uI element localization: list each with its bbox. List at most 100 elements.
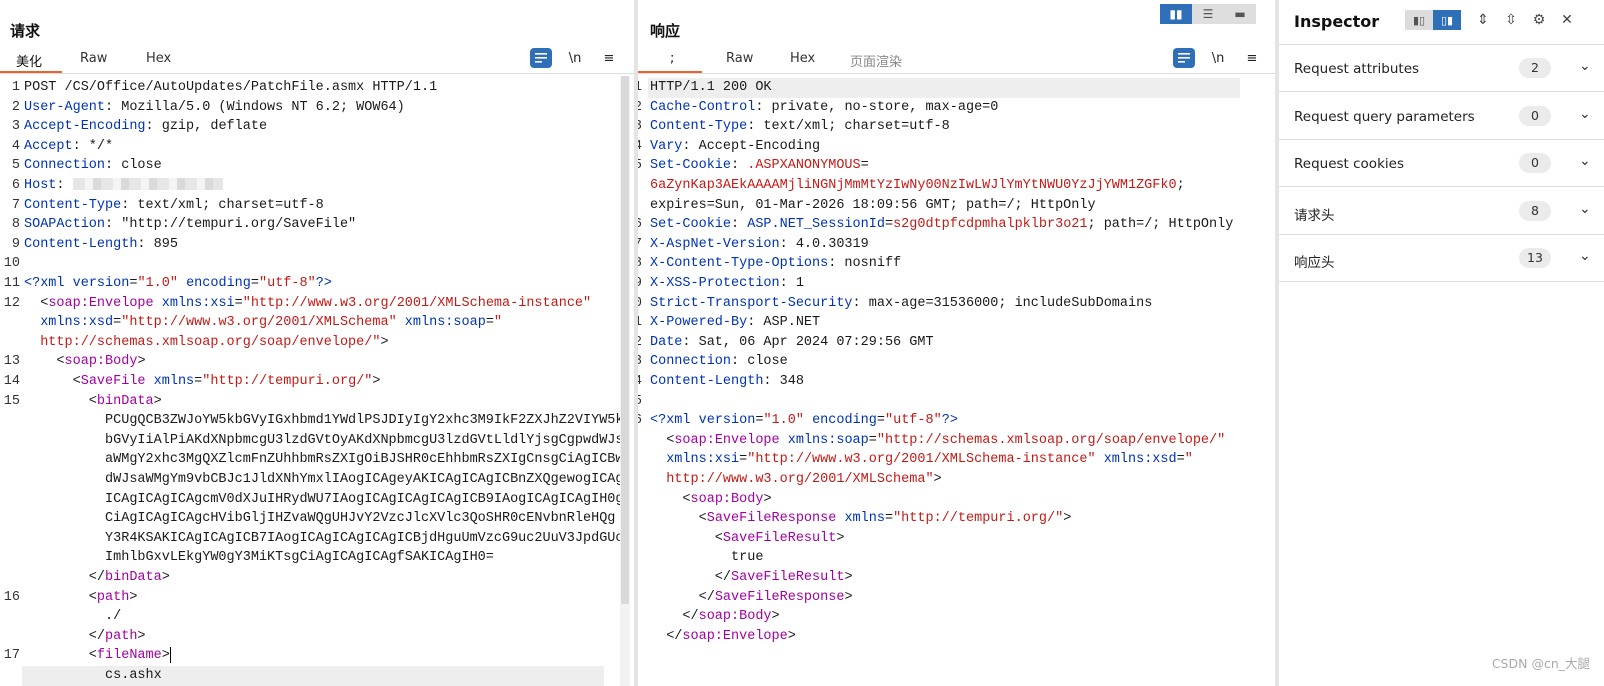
expand-all-icon[interactable]: ⇕ <box>1469 10 1497 30</box>
response-tab-pretty[interactable]: ; <box>664 51 680 66</box>
code-line: HTTP/1.1 200 OK <box>650 80 772 95</box>
code-line: true <box>650 550 764 566</box>
code-line: 6aZynKap3AEkAAAAMjliNGNjMmMtYzIwNy00NzIw… <box>650 178 1185 193</box>
line-number: 6 <box>638 215 642 235</box>
response-wrap-icon[interactable] <box>1173 48 1195 68</box>
request-title: 请求 <box>10 22 41 40</box>
chevron-down-icon[interactable]: ⌄ <box>1579 58 1591 74</box>
code-line: http://schemas.xmlsoap.org/soap/envelope… <box>40 334 389 350</box>
code-line: <SaveFileResponse xmlns="http://tempuri.… <box>650 511 1072 527</box>
line-number: 5 <box>11 158 20 174</box>
request-editor-divider <box>0 73 634 74</box>
request-tab-hex[interactable]: Hex <box>140 51 177 66</box>
response-pane: 响应 ▮▮ ☰ ▬ ; Raw Hex 页面渲染 \n ≡ 1 HTTP/1.1 … <box>638 0 1275 686</box>
chevron-down-icon[interactable]: ⌄ <box>1579 201 1591 217</box>
inspector-section[interactable]: 请求头 8 ⌄ <box>1279 189 1604 235</box>
inspector-section-label: Request attributes <box>1294 61 1420 77</box>
inspector-layout-left-icon[interactable]: ▮▯ <box>1405 10 1433 30</box>
code-line: Vary: Accept-Encoding <box>650 138 821 154</box>
code-line: </SaveFileResult> <box>650 570 853 585</box>
line-number: 4 <box>638 137 642 157</box>
line-number: 8 <box>638 254 642 274</box>
line-number: 17 <box>3 648 20 664</box>
inspector-section[interactable]: Request cookies 0 ⌄ <box>1279 141 1604 187</box>
line-number: 4 <box>11 138 20 154</box>
inspector-layout-right-icon[interactable]: ▯▮ <box>1433 10 1461 30</box>
code-line: Accept-Encoding: gzip, deflate <box>24 119 268 135</box>
line-number: 7 <box>638 235 642 255</box>
code-line: Content-Length: 348 <box>650 374 804 389</box>
code-line: Content-Length: 895 <box>24 236 178 252</box>
code-line: dWJsaWMgYm9vbCBJc1JldXNhYmxlIAogICAgeyAK… <box>24 472 624 487</box>
inspector-title: Inspector <box>1294 12 1380 31</box>
line-number: 13 <box>3 354 20 370</box>
code-line: <SaveFileResult> <box>650 530 845 546</box>
line-number: 3 <box>11 119 20 135</box>
code-line: <soap:Body> <box>650 491 772 507</box>
inspector-section-count: 0 <box>1519 153 1551 173</box>
inspector-section[interactable]: Request attributes 2 ⌄ <box>1279 46 1604 92</box>
line-number: 11 <box>638 313 642 333</box>
response-tab-hex[interactable]: Hex <box>784 51 821 66</box>
close-icon[interactable]: ✕ <box>1553 10 1581 30</box>
line-number: 14 <box>638 372 642 392</box>
line-number: 2 <box>638 98 642 118</box>
line-number: 3 <box>638 117 642 137</box>
code-line: Strict-Transport-Security: max-age=31536… <box>650 295 1153 311</box>
layout-view-buttons: ▮▮ ☰ ▬ <box>1160 4 1256 24</box>
layout-tabbed-icon[interactable]: ▬ <box>1224 4 1256 24</box>
code-line: expires=Sun, 01-Mar-2026 18:09:56 GMT; p… <box>650 197 1096 213</box>
layout-stacked-icon[interactable]: ☰ <box>1192 4 1224 24</box>
layout-side-by-side-icon[interactable]: ▮▮ <box>1160 4 1192 24</box>
code-line: User-Agent: Mozilla/5.0 (Windows NT 6.2;… <box>24 99 405 115</box>
line-number: 1 <box>11 80 20 95</box>
code-line: aWMgY2xhc3MgQXZlcmFnZUhhbmRsZXIgOiBJSHR0… <box>24 452 624 468</box>
request-menu-icon[interactable]: ≡ <box>598 48 620 68</box>
request-tab-pretty[interactable]: 美化 <box>10 51 48 70</box>
line-number: 9 <box>11 236 20 252</box>
code-line: PCUgQCB3ZWJoYW5kbGVyIGxhbmd1YWdlPSJDIyIg… <box>24 413 624 429</box>
line-number: 10 <box>3 256 20 272</box>
response-newline-toggle[interactable]: \n <box>1207 48 1229 68</box>
request-editor[interactable]: 1 POST /CS/Office/AutoUpdates/PatchFile.a… <box>0 76 634 686</box>
code-line: X-Content-Type-Options: nosniff <box>650 256 902 272</box>
code-line: </soap:Envelope> <box>650 628 796 644</box>
request-scrollbar-thumb[interactable] <box>621 76 629 604</box>
request-wrap-icon[interactable] <box>530 48 552 68</box>
line-number: 2 <box>11 99 20 115</box>
code-line: ./ <box>24 609 122 625</box>
response-menu-icon[interactable]: ≡ <box>1241 48 1263 68</box>
collapse-all-icon[interactable]: ⇳ <box>1497 10 1525 30</box>
line-number: 16 <box>638 411 642 431</box>
response-tab-raw[interactable]: Raw <box>720 51 759 66</box>
line-number: 11 <box>3 276 20 291</box>
inspector-section-label: Request cookies <box>1294 156 1404 172</box>
code-line: ImhlbGxvLEkgYW0gY3MiKTsgCiAgICAgICAgfSAK… <box>24 550 494 566</box>
request-newline-toggle[interactable]: \n <box>564 48 586 68</box>
line-number: 15 <box>638 392 642 412</box>
request-scrollbar[interactable] <box>620 76 630 686</box>
code-line: http://www.w3.org/2001/XMLSchema"> <box>666 472 942 487</box>
response-editor[interactable]: 1 HTTP/1.1 200 OK 2 Cache-Control: private,… <box>638 76 1275 686</box>
code-line: X-XSS-Protection: 1 <box>650 276 804 291</box>
code-line: Connection: close <box>650 354 788 370</box>
chevron-down-icon[interactable]: ⌄ <box>1579 106 1591 122</box>
line-number: 13 <box>638 352 642 372</box>
code-line: CiAgICAgICAgcHVibGljIHZvaWQgUHJvY2VzcJlc… <box>24 511 616 527</box>
inspector-section[interactable]: 响应头 13 ⌄ <box>1279 236 1604 282</box>
gear-icon[interactable]: ⚙ <box>1525 10 1553 30</box>
code-line: Cache-Control: private, no-store, max-ag… <box>650 99 999 115</box>
request-tab-raw[interactable]: Raw <box>74 51 113 66</box>
code-line: SOAPAction: "http://tempuri.org/SaveFile… <box>24 217 357 233</box>
code-line: <fileName> <box>24 646 171 664</box>
request-pane: 请求 美化 Raw Hex \n ≡ 1 POST /CS/Office/Auto… <box>0 0 634 686</box>
code-line: </path> <box>24 628 146 644</box>
code-line: <?xml version="1.0" encoding="utf-8"?> <box>650 413 958 429</box>
response-tab-render[interactable]: 页面渲染 <box>844 51 908 70</box>
inspector-section[interactable]: Request query parameters 0 ⌄ <box>1279 94 1604 140</box>
line-number: 15 <box>3 393 20 409</box>
code-line: X-AspNet-Version: 4.0.30319 <box>650 236 869 252</box>
chevron-down-icon[interactable]: ⌄ <box>1579 248 1591 264</box>
chevron-down-icon[interactable]: ⌄ <box>1579 153 1591 169</box>
code-line: POST /CS/Office/AutoUpdates/PatchFile.as… <box>24 80 438 95</box>
